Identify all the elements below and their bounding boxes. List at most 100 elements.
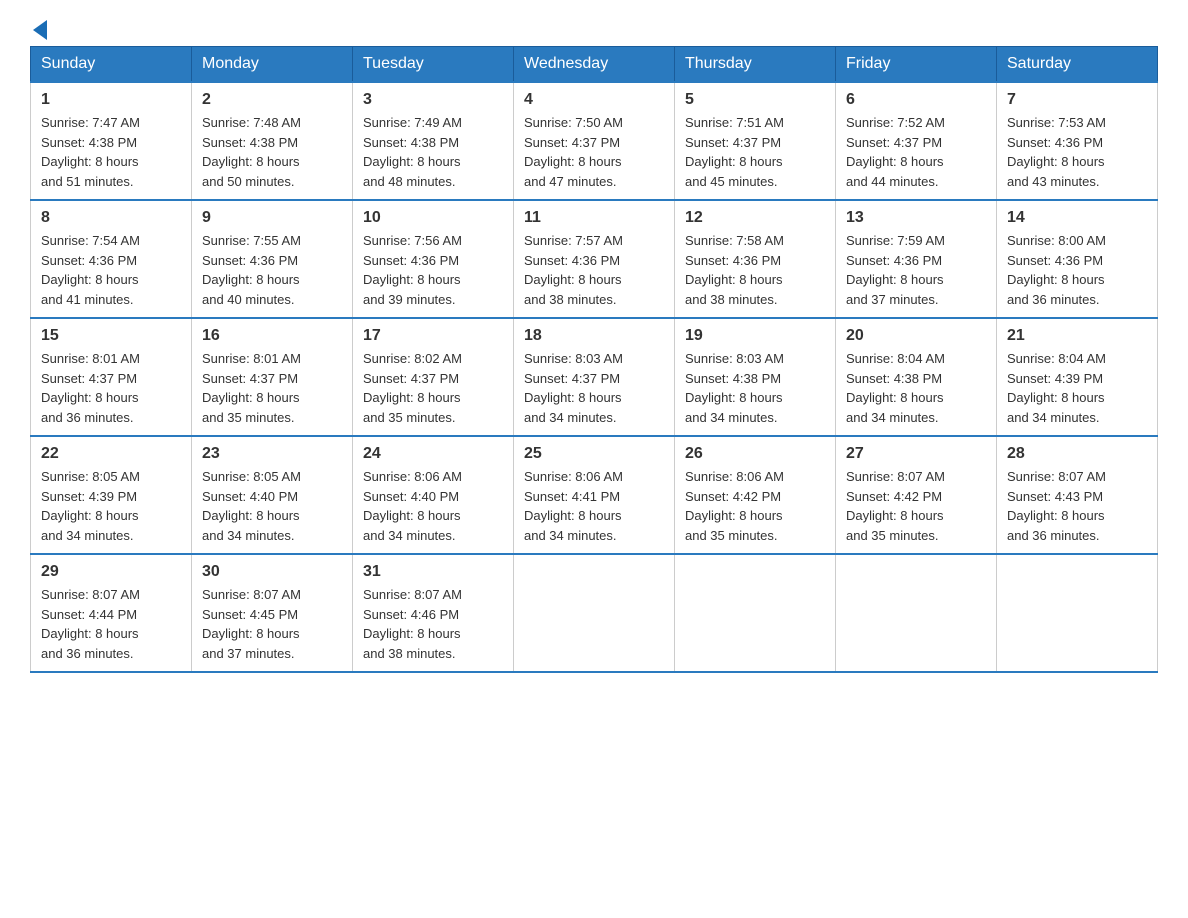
calendar-cell: 5 Sunrise: 7:51 AM Sunset: 4:37 PM Dayli… xyxy=(675,82,836,200)
calendar-cell xyxy=(514,554,675,672)
day-info: Sunrise: 7:54 AM Sunset: 4:36 PM Dayligh… xyxy=(41,231,181,309)
calendar-cell: 11 Sunrise: 7:57 AM Sunset: 4:36 PM Dayl… xyxy=(514,200,675,318)
day-number: 13 xyxy=(846,209,986,227)
calendar-header-row: SundayMondayTuesdayWednesdayThursdayFrid… xyxy=(31,47,1158,83)
day-info: Sunrise: 8:05 AM Sunset: 4:40 PM Dayligh… xyxy=(202,467,342,545)
day-info: Sunrise: 7:59 AM Sunset: 4:36 PM Dayligh… xyxy=(846,231,986,309)
calendar-cell: 13 Sunrise: 7:59 AM Sunset: 4:36 PM Dayl… xyxy=(836,200,997,318)
day-number: 14 xyxy=(1007,209,1147,227)
day-number: 7 xyxy=(1007,91,1147,109)
logo xyxy=(30,20,47,36)
calendar-cell: 31 Sunrise: 8:07 AM Sunset: 4:46 PM Dayl… xyxy=(353,554,514,672)
day-info: Sunrise: 7:58 AM Sunset: 4:36 PM Dayligh… xyxy=(685,231,825,309)
calendar-cell: 15 Sunrise: 8:01 AM Sunset: 4:37 PM Dayl… xyxy=(31,318,192,436)
day-info: Sunrise: 8:07 AM Sunset: 4:43 PM Dayligh… xyxy=(1007,467,1147,545)
day-number: 27 xyxy=(846,445,986,463)
column-header-friday: Friday xyxy=(836,47,997,83)
calendar-cell: 17 Sunrise: 8:02 AM Sunset: 4:37 PM Dayl… xyxy=(353,318,514,436)
day-number: 8 xyxy=(41,209,181,227)
day-number: 1 xyxy=(41,91,181,109)
column-header-wednesday: Wednesday xyxy=(514,47,675,83)
calendar-cell xyxy=(997,554,1158,672)
column-header-monday: Monday xyxy=(192,47,353,83)
day-info: Sunrise: 8:03 AM Sunset: 4:38 PM Dayligh… xyxy=(685,349,825,427)
day-info: Sunrise: 7:52 AM Sunset: 4:37 PM Dayligh… xyxy=(846,113,986,191)
day-number: 16 xyxy=(202,327,342,345)
day-info: Sunrise: 7:55 AM Sunset: 4:36 PM Dayligh… xyxy=(202,231,342,309)
calendar-cell xyxy=(836,554,997,672)
day-number: 26 xyxy=(685,445,825,463)
calendar-cell: 25 Sunrise: 8:06 AM Sunset: 4:41 PM Dayl… xyxy=(514,436,675,554)
day-number: 17 xyxy=(363,327,503,345)
calendar-cell: 14 Sunrise: 8:00 AM Sunset: 4:36 PM Dayl… xyxy=(997,200,1158,318)
day-number: 30 xyxy=(202,563,342,581)
day-number: 21 xyxy=(1007,327,1147,345)
calendar-cell: 20 Sunrise: 8:04 AM Sunset: 4:38 PM Dayl… xyxy=(836,318,997,436)
column-header-sunday: Sunday xyxy=(31,47,192,83)
day-number: 15 xyxy=(41,327,181,345)
day-info: Sunrise: 8:07 AM Sunset: 4:46 PM Dayligh… xyxy=(363,585,503,663)
calendar-cell: 21 Sunrise: 8:04 AM Sunset: 4:39 PM Dayl… xyxy=(997,318,1158,436)
day-info: Sunrise: 7:57 AM Sunset: 4:36 PM Dayligh… xyxy=(524,231,664,309)
calendar-cell: 23 Sunrise: 8:05 AM Sunset: 4:40 PM Dayl… xyxy=(192,436,353,554)
calendar-cell: 2 Sunrise: 7:48 AM Sunset: 4:38 PM Dayli… xyxy=(192,82,353,200)
calendar-cell: 6 Sunrise: 7:52 AM Sunset: 4:37 PM Dayli… xyxy=(836,82,997,200)
day-number: 4 xyxy=(524,91,664,109)
calendar-cell: 29 Sunrise: 8:07 AM Sunset: 4:44 PM Dayl… xyxy=(31,554,192,672)
calendar-table: SundayMondayTuesdayWednesdayThursdayFrid… xyxy=(30,46,1158,673)
day-number: 31 xyxy=(363,563,503,581)
calendar-cell: 3 Sunrise: 7:49 AM Sunset: 4:38 PM Dayli… xyxy=(353,82,514,200)
day-info: Sunrise: 8:07 AM Sunset: 4:42 PM Dayligh… xyxy=(846,467,986,545)
day-info: Sunrise: 8:01 AM Sunset: 4:37 PM Dayligh… xyxy=(202,349,342,427)
calendar-cell: 12 Sunrise: 7:58 AM Sunset: 4:36 PM Dayl… xyxy=(675,200,836,318)
calendar-cell: 30 Sunrise: 8:07 AM Sunset: 4:45 PM Dayl… xyxy=(192,554,353,672)
calendar-cell: 27 Sunrise: 8:07 AM Sunset: 4:42 PM Dayl… xyxy=(836,436,997,554)
day-info: Sunrise: 8:06 AM Sunset: 4:42 PM Dayligh… xyxy=(685,467,825,545)
day-info: Sunrise: 8:07 AM Sunset: 4:44 PM Dayligh… xyxy=(41,585,181,663)
day-number: 10 xyxy=(363,209,503,227)
calendar-week-row: 22 Sunrise: 8:05 AM Sunset: 4:39 PM Dayl… xyxy=(31,436,1158,554)
calendar-cell: 24 Sunrise: 8:06 AM Sunset: 4:40 PM Dayl… xyxy=(353,436,514,554)
calendar-cell xyxy=(675,554,836,672)
calendar-cell: 9 Sunrise: 7:55 AM Sunset: 4:36 PM Dayli… xyxy=(192,200,353,318)
calendar-cell: 22 Sunrise: 8:05 AM Sunset: 4:39 PM Dayl… xyxy=(31,436,192,554)
day-info: Sunrise: 7:56 AM Sunset: 4:36 PM Dayligh… xyxy=(363,231,503,309)
day-number: 11 xyxy=(524,209,664,227)
column-header-tuesday: Tuesday xyxy=(353,47,514,83)
day-number: 3 xyxy=(363,91,503,109)
calendar-cell: 7 Sunrise: 7:53 AM Sunset: 4:36 PM Dayli… xyxy=(997,82,1158,200)
logo-triangle-icon xyxy=(33,20,47,40)
day-number: 29 xyxy=(41,563,181,581)
calendar-cell: 16 Sunrise: 8:01 AM Sunset: 4:37 PM Dayl… xyxy=(192,318,353,436)
calendar-cell: 1 Sunrise: 7:47 AM Sunset: 4:38 PM Dayli… xyxy=(31,82,192,200)
calendar-cell: 26 Sunrise: 8:06 AM Sunset: 4:42 PM Dayl… xyxy=(675,436,836,554)
day-info: Sunrise: 7:51 AM Sunset: 4:37 PM Dayligh… xyxy=(685,113,825,191)
column-header-thursday: Thursday xyxy=(675,47,836,83)
day-number: 19 xyxy=(685,327,825,345)
day-number: 20 xyxy=(846,327,986,345)
calendar-week-row: 8 Sunrise: 7:54 AM Sunset: 4:36 PM Dayli… xyxy=(31,200,1158,318)
day-info: Sunrise: 8:05 AM Sunset: 4:39 PM Dayligh… xyxy=(41,467,181,545)
column-header-saturday: Saturday xyxy=(997,47,1158,83)
day-info: Sunrise: 8:02 AM Sunset: 4:37 PM Dayligh… xyxy=(363,349,503,427)
day-number: 9 xyxy=(202,209,342,227)
day-info: Sunrise: 7:50 AM Sunset: 4:37 PM Dayligh… xyxy=(524,113,664,191)
day-info: Sunrise: 7:48 AM Sunset: 4:38 PM Dayligh… xyxy=(202,113,342,191)
day-info: Sunrise: 8:04 AM Sunset: 4:38 PM Dayligh… xyxy=(846,349,986,427)
day-info: Sunrise: 8:06 AM Sunset: 4:40 PM Dayligh… xyxy=(363,467,503,545)
day-info: Sunrise: 8:06 AM Sunset: 4:41 PM Dayligh… xyxy=(524,467,664,545)
day-number: 24 xyxy=(363,445,503,463)
day-number: 18 xyxy=(524,327,664,345)
day-number: 23 xyxy=(202,445,342,463)
calendar-week-row: 1 Sunrise: 7:47 AM Sunset: 4:38 PM Dayli… xyxy=(31,82,1158,200)
day-number: 6 xyxy=(846,91,986,109)
calendar-cell: 18 Sunrise: 8:03 AM Sunset: 4:37 PM Dayl… xyxy=(514,318,675,436)
day-info: Sunrise: 7:47 AM Sunset: 4:38 PM Dayligh… xyxy=(41,113,181,191)
day-number: 28 xyxy=(1007,445,1147,463)
day-info: Sunrise: 8:04 AM Sunset: 4:39 PM Dayligh… xyxy=(1007,349,1147,427)
calendar-cell: 28 Sunrise: 8:07 AM Sunset: 4:43 PM Dayl… xyxy=(997,436,1158,554)
day-info: Sunrise: 7:53 AM Sunset: 4:36 PM Dayligh… xyxy=(1007,113,1147,191)
calendar-cell: 4 Sunrise: 7:50 AM Sunset: 4:37 PM Dayli… xyxy=(514,82,675,200)
calendar-week-row: 15 Sunrise: 8:01 AM Sunset: 4:37 PM Dayl… xyxy=(31,318,1158,436)
day-info: Sunrise: 8:03 AM Sunset: 4:37 PM Dayligh… xyxy=(524,349,664,427)
